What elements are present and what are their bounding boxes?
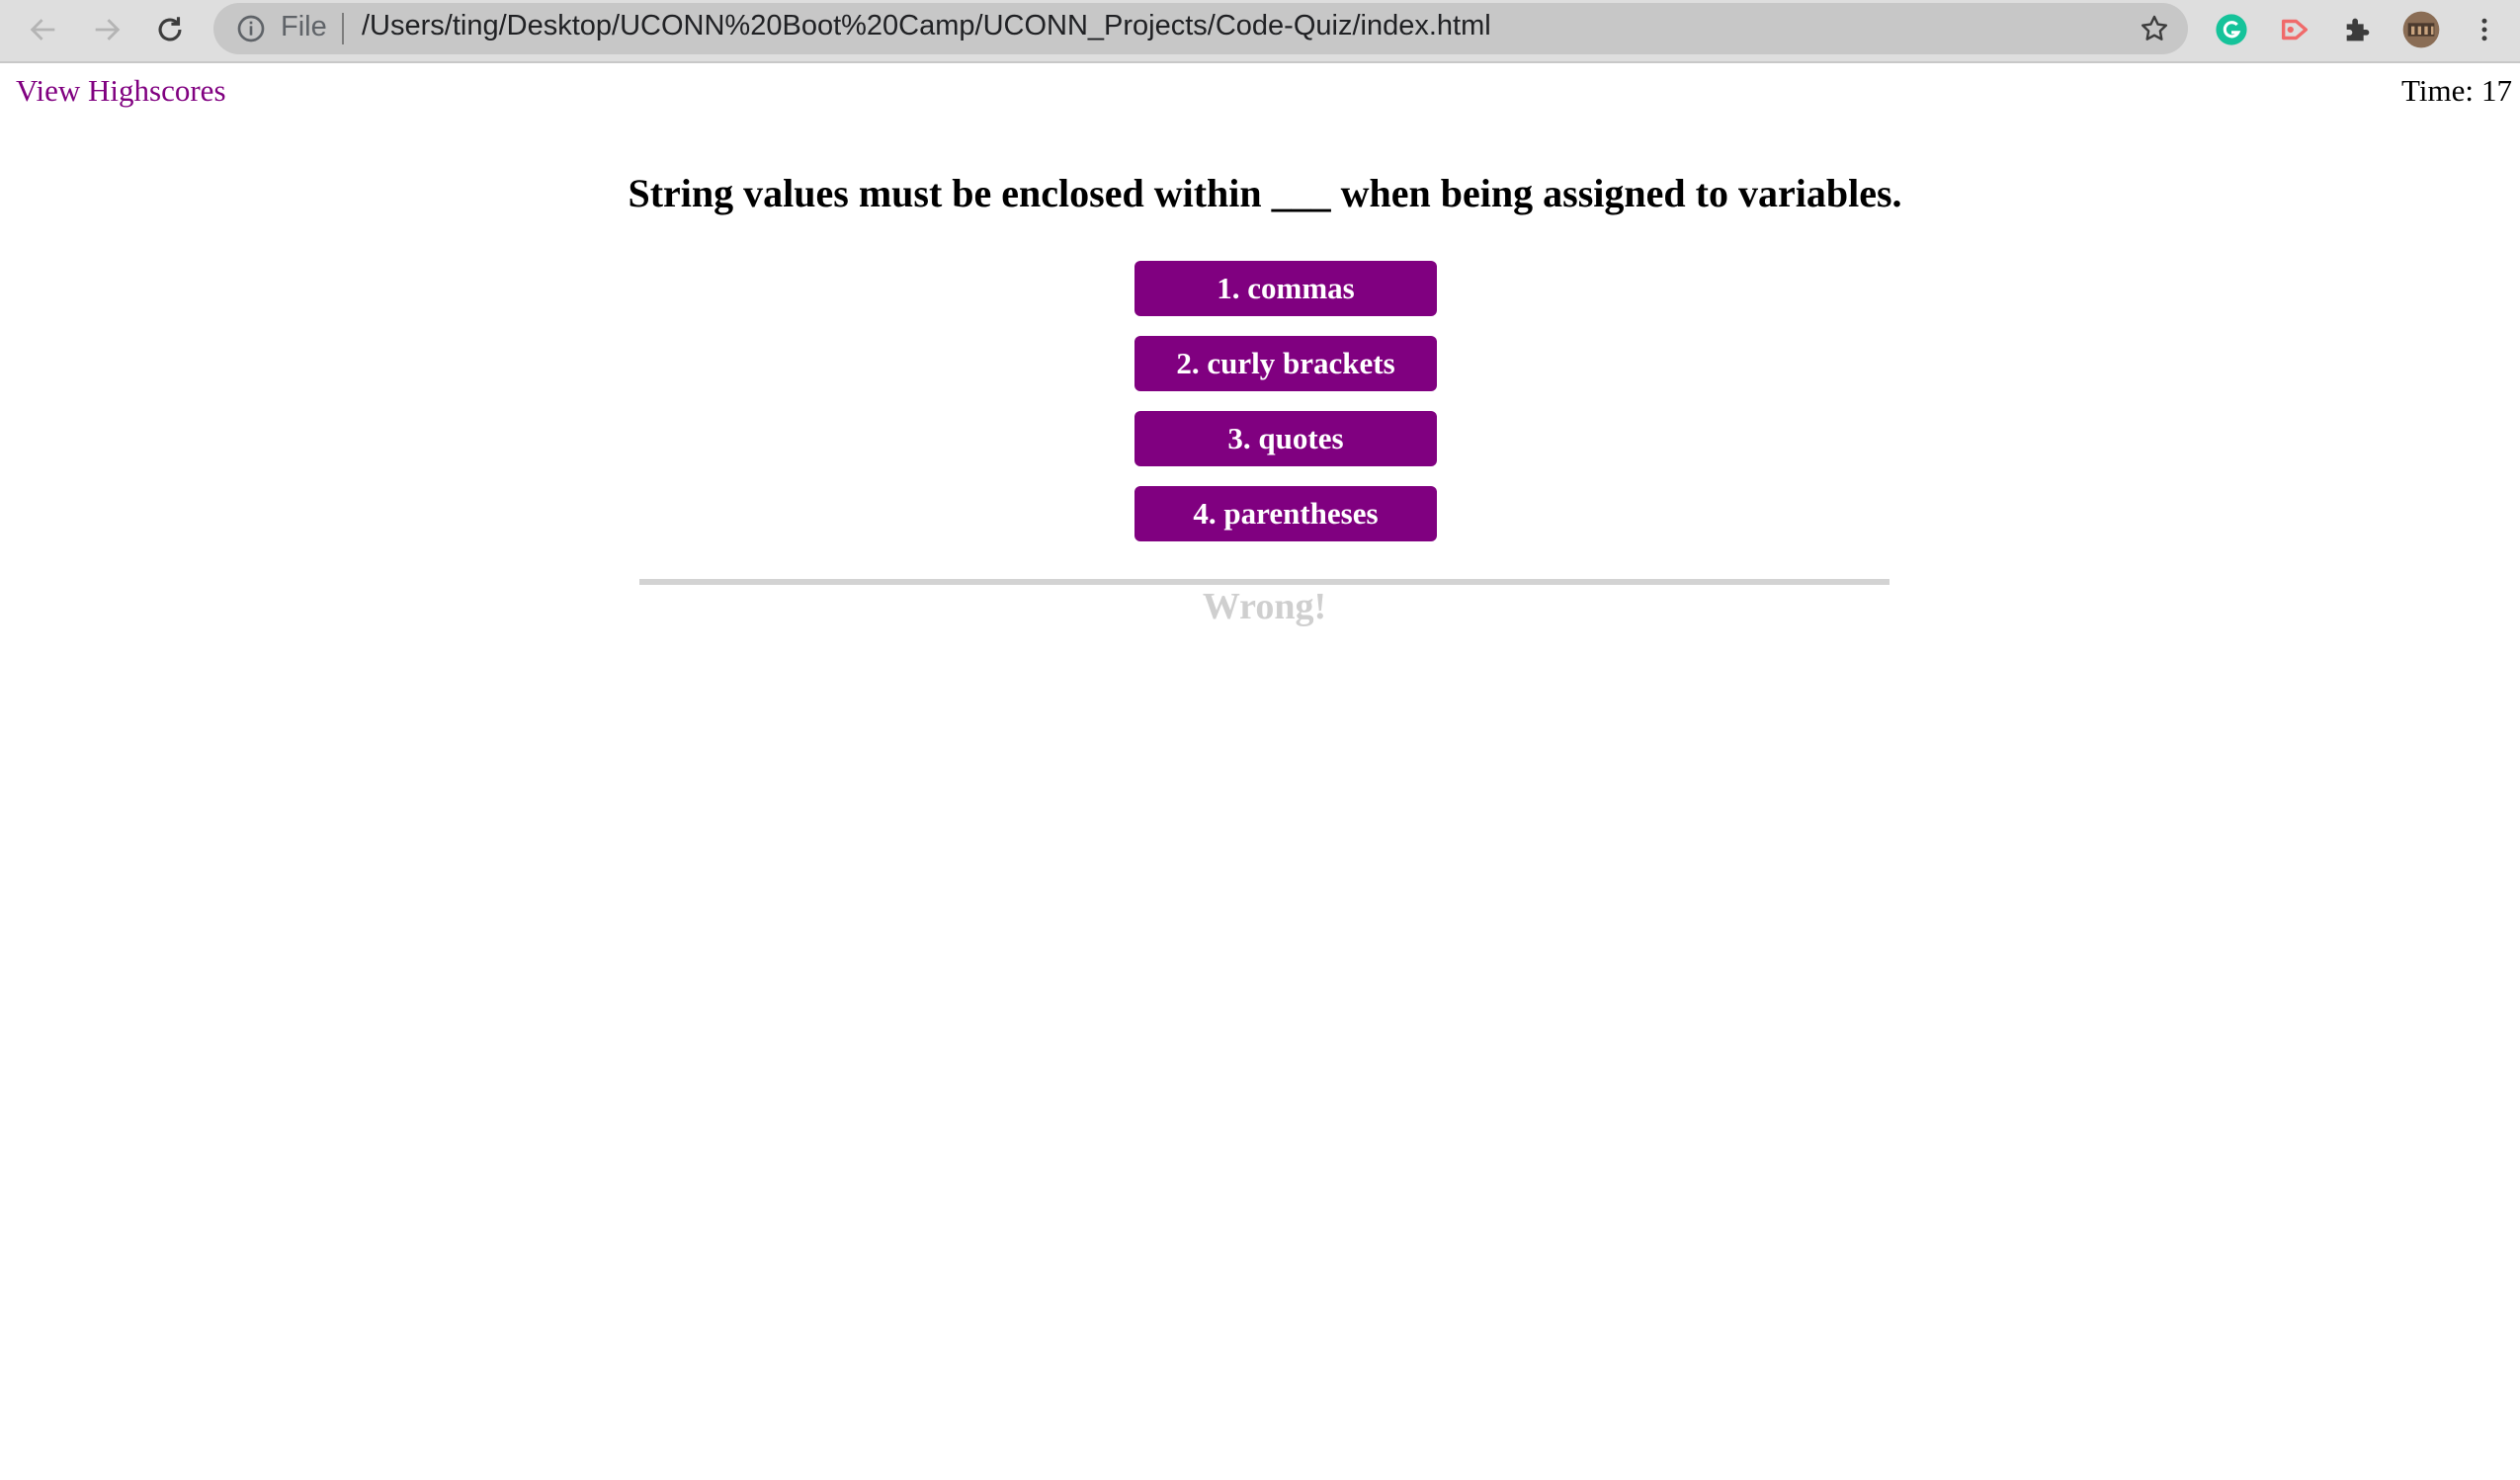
feedback-message: Wrong!	[1202, 586, 1327, 627]
grammarly-extension[interactable]	[2210, 8, 2253, 51]
red-extension-icon	[2281, 19, 2309, 41]
answer-button-4[interactable]: 4. parentheses	[1134, 486, 1437, 541]
browser-toolbar: File /Users/ting/Desktop/UCONN%20Boot%20…	[0, 0, 2520, 63]
arrow-right-icon	[95, 19, 121, 41]
kebab-menu-icon	[2481, 18, 2487, 41]
answer-button-1[interactable]: 1. commas	[1134, 261, 1437, 316]
browser-menu-button[interactable]	[2463, 8, 2506, 51]
extensions-button[interactable]	[2336, 8, 2380, 51]
answer-list: 1. commas 2. curly brackets 3. quotes 4.…	[1134, 261, 1437, 561]
avatar	[2402, 11, 2440, 48]
scheme-label: File	[281, 11, 327, 42]
arrow-left-icon	[30, 19, 55, 41]
star-icon[interactable]	[2139, 13, 2170, 44]
omnibox-separator	[342, 13, 344, 44]
reload-icon	[158, 17, 182, 41]
timer: Time: 17	[2401, 73, 2512, 109]
info-icon[interactable]	[235, 13, 267, 44]
reload-button[interactable]	[146, 6, 194, 53]
grammarly-icon	[2216, 14, 2247, 45]
red-extension[interactable]	[2273, 8, 2316, 51]
view-highscores-link[interactable]: View Highscores	[16, 73, 226, 109]
back-button[interactable]	[20, 6, 67, 53]
answer-button-2[interactable]: 2. curly brackets	[1134, 336, 1437, 391]
puzzle-icon	[2346, 18, 2370, 41]
url-text[interactable]: /Users/ting/Desktop/UCONN%20Boot%20Camp/…	[362, 10, 1491, 42]
answer-button-3[interactable]: 3. quotes	[1134, 411, 1437, 466]
profile-button[interactable]	[2399, 8, 2443, 51]
question-text: String values must be enclosed within __…	[628, 171, 1902, 215]
address-bar[interactable]: File /Users/ting/Desktop/UCONN%20Boot%20…	[213, 3, 2188, 54]
timer-value: 17	[2481, 73, 2512, 108]
forward-button[interactable]	[83, 6, 130, 53]
timer-label: Time:	[2401, 73, 2474, 108]
